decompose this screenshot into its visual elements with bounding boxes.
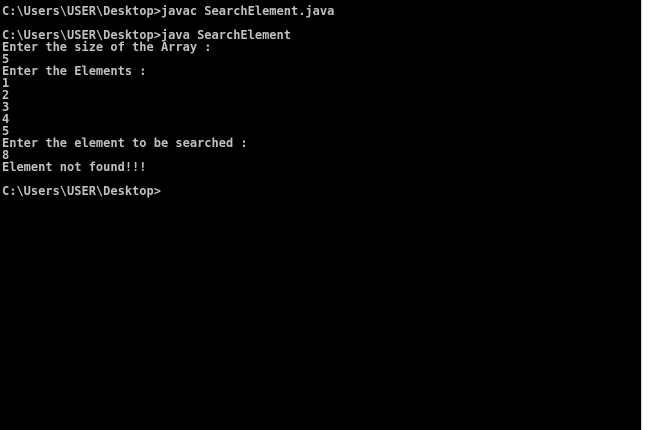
- console-line: 1: [2, 76, 10, 90]
- command-prompt-window: C:\Users\USER\Desktop>javac SearchElemen…: [0, 0, 661, 430]
- console-line: 4: [2, 112, 10, 126]
- console-line: Element not found!!!: [2, 160, 147, 174]
- console-output[interactable]: C:\Users\USER\Desktop>javac SearchElemen…: [2, 5, 640, 430]
- console-line: C:\Users\USER\Desktop>javac SearchElemen…: [2, 5, 335, 18]
- vertical-scrollbar[interactable]: [641, 0, 661, 430]
- console-line: Enter the Elements :: [2, 64, 147, 78]
- console-line: 3: [2, 100, 10, 114]
- console-line: Enter the size of the Array :: [2, 40, 212, 54]
- console-prompt: C:\Users\USER\Desktop>: [2, 184, 161, 198]
- console-line: Enter the element to be searched :: [2, 136, 248, 150]
- console-line: 2: [2, 88, 10, 102]
